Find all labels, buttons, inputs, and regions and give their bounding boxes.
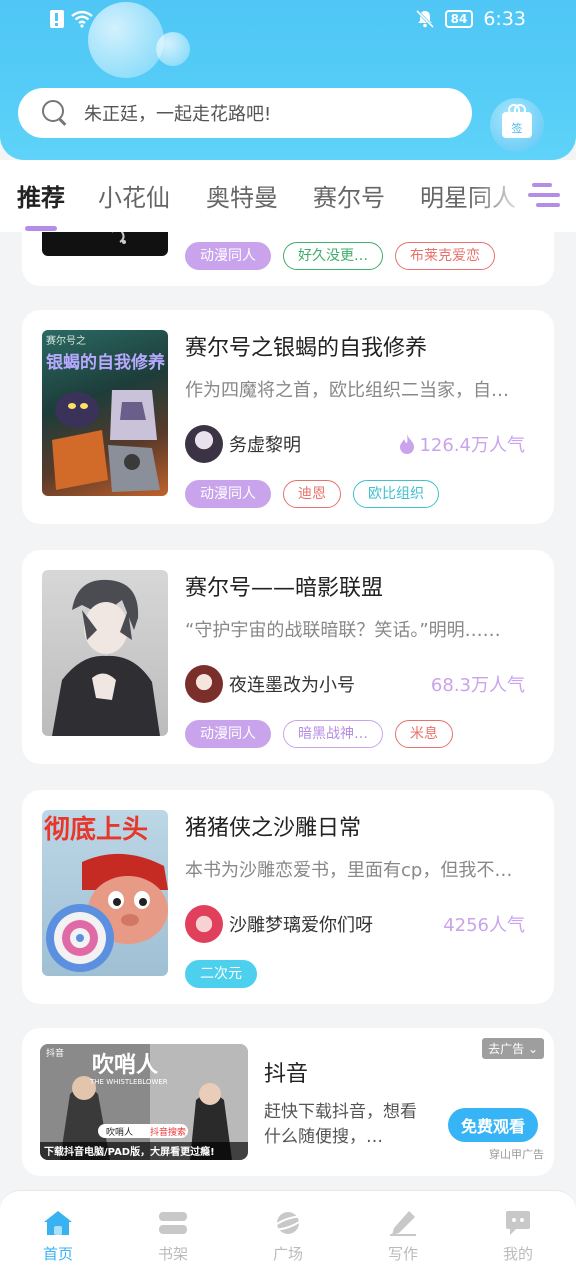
tab-seer[interactable]: 赛尔号 xyxy=(313,178,385,213)
popularity-value: 126.4万人气 xyxy=(419,435,525,456)
popularity-count: 4256人气 xyxy=(443,911,525,937)
mute-bell-icon xyxy=(415,9,434,29)
pen-icon xyxy=(390,1211,416,1236)
ad-image-caption: 下载抖音电脑/PAD版，大屏看更过瘾! xyxy=(44,1145,215,1158)
book-title: 猪猪侠之沙雕日常 xyxy=(185,816,362,841)
tab-xiaohuaxian[interactable]: 小花仙 xyxy=(98,178,170,213)
tab-recommend[interactable]: 推荐 xyxy=(17,178,65,213)
svg-text:赛尔号之: 赛尔号之 xyxy=(46,334,86,347)
ad-image-brand: 抖音 xyxy=(46,1047,64,1059)
search-icon xyxy=(42,100,68,126)
tag[interactable]: 暗黑战神… xyxy=(283,720,383,748)
tag-list: 动漫同人 暗黑战神… 米息 xyxy=(185,720,453,748)
nav-label: 广场 xyxy=(272,1245,303,1263)
gift-icon: 签 xyxy=(502,104,532,138)
nav-plaza[interactable]: 广场 xyxy=(248,1209,328,1264)
search-bar[interactable]: 朱正廷，一起走花路吧! xyxy=(18,88,472,138)
book-card[interactable]: 赛尔号之 银蝎的自我修养 赛尔号之银蝎的自我修养 作为四魔将之首，欧比组织二当家… xyxy=(22,310,554,524)
nav-label: 首页 xyxy=(42,1245,73,1263)
tag[interactable]: 米息 xyxy=(395,720,453,748)
gift-label: 签 xyxy=(511,122,523,135)
sim-alert-icon xyxy=(50,10,64,28)
tag[interactable]: 二次元 xyxy=(185,960,257,988)
ad-description: 赶快下载抖音，想看什么随便搜，… xyxy=(264,1102,417,1147)
ad-banner[interactable]: 抖音 吹哨人 THE WHISTLEBLOWER 吹哨人 抖音搜索 下载抖音电脑… xyxy=(22,1028,554,1176)
nav-write[interactable]: 写作 xyxy=(363,1209,443,1264)
book-cover: 赛尔号之 银蝎的自我修养 xyxy=(42,330,168,496)
popularity-count: 68.3万人气 xyxy=(431,671,525,697)
nav-home[interactable]: 首页 xyxy=(18,1209,98,1264)
author-name[interactable]: 务虚黎明 xyxy=(229,431,301,457)
book-cover xyxy=(42,570,168,736)
tag[interactable]: 布莱克爱恋 xyxy=(395,242,495,270)
nav-profile[interactable]: 我的 xyxy=(478,1209,558,1264)
ad-image-subtitle: THE WHISTLEBLOWER xyxy=(89,1078,168,1086)
tag[interactable]: 动漫同人 xyxy=(185,242,271,270)
flame-icon xyxy=(400,434,415,454)
header: 84 6:33 朱正廷，一起走花路吧! 签 xyxy=(0,0,576,160)
ad-image-title: 吹哨人 xyxy=(92,1052,158,1078)
wifi-icon xyxy=(71,10,93,28)
cover-title: 彻底上头 xyxy=(44,814,148,845)
tab-ultraman[interactable]: 奥特曼 xyxy=(206,178,278,213)
popularity-value: 4256人气 xyxy=(443,915,525,936)
book-card-partial[interactable]: 动漫同人 好久没更… 布莱克爱恋 xyxy=(22,232,554,286)
author-avatar[interactable] xyxy=(185,665,223,703)
book-description: 本书为沙雕恋爱书，里面有cp，但我不… xyxy=(185,860,513,881)
book-card[interactable]: 赛尔号——暗影联盟 “守护宇宙的战联暗联？笑话。”明明…… 夜连墨改为小号 68… xyxy=(22,550,554,764)
nav-label: 写作 xyxy=(387,1245,418,1263)
author-name[interactable]: 沙雕梦璃爱你们呀 xyxy=(229,911,373,937)
profile-icon xyxy=(506,1211,530,1235)
status-bar: 84 6:33 xyxy=(0,0,576,44)
ad-image[interactable]: 抖音 吹哨人 THE WHISTLEBLOWER 吹哨人 抖音搜索 下载抖音电脑… xyxy=(40,1044,248,1160)
ad-title: 抖音 xyxy=(264,1062,309,1087)
ad-image-search: 吹哨人 xyxy=(106,1126,133,1138)
popularity-count: 126.4万人气 xyxy=(399,431,525,457)
tag[interactable]: 动漫同人 xyxy=(185,480,271,508)
author-row: 夜连墨改为小号 68.3万人气 xyxy=(185,664,525,704)
ad-image-search-button: 抖音搜索 xyxy=(150,1126,186,1138)
tag[interactable]: 欧比组织 xyxy=(353,480,439,508)
sign-in-gift-button[interactable]: 签 xyxy=(490,98,544,152)
tag[interactable]: 迪恩 xyxy=(283,480,341,508)
svg-text:银蝎的自我修养: 银蝎的自我修养 xyxy=(46,352,166,373)
planet-icon xyxy=(272,1212,304,1234)
tag-list: 动漫同人 迪恩 欧比组织 xyxy=(185,480,439,508)
author-avatar[interactable] xyxy=(185,425,223,463)
book-title: 赛尔号之银蝎的自我修养 xyxy=(185,336,428,361)
tag-list: 二次元 xyxy=(185,960,257,988)
remove-ad-button[interactable]: 去广告 ⌄ xyxy=(482,1038,544,1059)
author-avatar[interactable] xyxy=(185,905,223,943)
category-menu-icon[interactable] xyxy=(528,181,560,211)
book-cover xyxy=(42,232,168,256)
clock: 6:33 xyxy=(483,8,526,30)
tag[interactable]: 动漫同人 xyxy=(185,720,271,748)
nav-label: 书架 xyxy=(157,1245,188,1263)
battery-indicator: 84 xyxy=(444,10,474,28)
popularity-value: 68.3万人气 xyxy=(430,675,525,696)
ad-watch-button[interactable]: 免费观看 xyxy=(448,1108,538,1142)
nav-label: 我的 xyxy=(502,1245,533,1263)
tabs-fade xyxy=(470,160,530,232)
book-description: 作为四魔将之首，欧比组织二当家，自… xyxy=(185,380,509,401)
author-row: 沙雕梦璃爱你们呀 4256人气 xyxy=(185,904,525,944)
book-title: 赛尔号——暗影联盟 xyxy=(185,576,384,601)
book-description: “守护宇宙的战联暗联？笑话。”明明…… xyxy=(185,620,501,641)
author-row: 务虚黎明 126.4万人气 xyxy=(185,424,525,464)
tag[interactable]: 好久没更… xyxy=(283,242,383,270)
book-card[interactable]: 彻底上头 猪猪侠之沙雕日常 本书为沙雕恋爱书，里面有cp，但我不… 沙雕梦璃爱你… xyxy=(22,790,554,1004)
book-cover: 彻底上头 xyxy=(42,810,168,976)
bookshelf-icon xyxy=(159,1212,187,1234)
active-tab-indicator xyxy=(25,226,57,231)
bottom-nav: 首页 书架 广场 写作 我的 xyxy=(0,1190,576,1280)
home-icon xyxy=(44,1211,72,1235)
search-placeholder: 朱正廷，一起走花路吧! xyxy=(84,104,272,125)
remove-ad-label: 去广告 xyxy=(488,1042,525,1056)
author-name[interactable]: 夜连墨改为小号 xyxy=(229,671,355,697)
book-feed: 动漫同人 好久没更… 布莱克爱恋 赛尔号之 银蝎的自我修养 赛尔号之银蝎的自我修… xyxy=(0,232,576,1190)
tag-list: 动漫同人 好久没更… 布莱克爱恋 xyxy=(185,242,495,270)
chevron-down-icon: ⌄ xyxy=(527,1042,538,1056)
ad-source: 穿山甲广告 xyxy=(489,1148,544,1161)
nav-bookshelf[interactable]: 书架 xyxy=(133,1209,213,1264)
